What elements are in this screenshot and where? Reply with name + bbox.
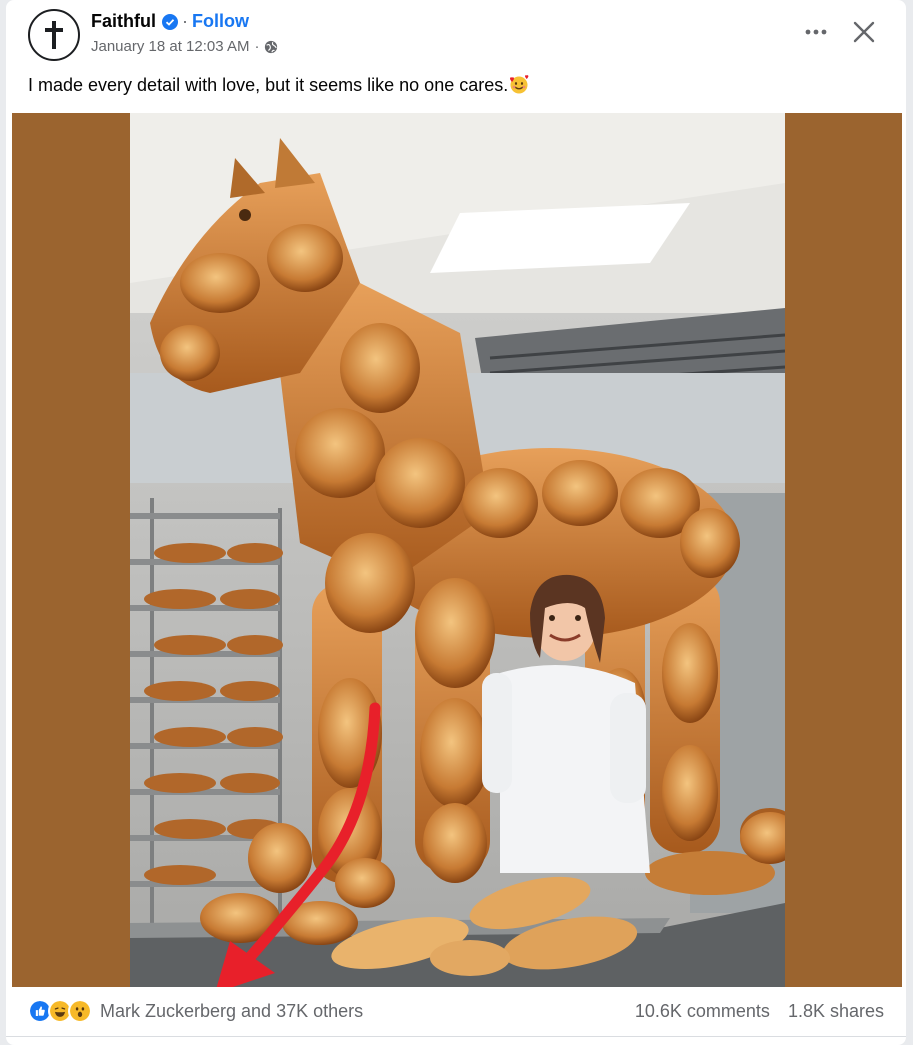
post-media[interactable] [12,113,902,987]
post-card: Faithful · Follow January 18 at 12:03 AM… [6,0,906,1045]
verified-badge-icon [162,13,178,30]
author-line: Faithful · Follow [91,11,249,32]
smiling-face-with-hearts-icon [510,75,529,94]
post-meta: January 18 at 12:03 AM · [91,38,278,55]
avatar[interactable] [28,9,80,61]
globe-icon[interactable] [264,40,278,54]
close-icon [853,21,875,43]
wow-icon [68,999,92,1023]
reaction-text[interactable]: Mark Zuckerberg and 37K others [100,1001,363,1022]
meta-separator: · [254,38,260,55]
cross-icon [45,21,63,49]
comments-count[interactable]: 10.6K comments [635,1001,770,1022]
engagement-counts: 10.6K comments 1.8K shares [635,1001,884,1022]
post-timestamp[interactable]: January 18 at 12:03 AM [91,38,249,55]
author-name[interactable]: Faithful [91,11,156,32]
post-footer: Mark Zuckerberg and 37K others 10.6K com… [6,987,906,1037]
shares-count[interactable]: 1.8K shares [788,1001,884,1022]
post-caption: I made every detail with love, but it se… [28,74,530,96]
post-header: Faithful · Follow January 18 at 12:03 AM… [6,0,906,66]
post-photo [130,113,785,987]
reactions-summary[interactable]: Mark Zuckerberg and 37K others [28,999,363,1023]
more-options-button[interactable] [802,18,830,46]
separator-dot: · [182,11,188,31]
follow-button[interactable]: Follow [192,11,249,32]
more-options-icon [805,29,827,35]
close-button[interactable] [848,16,880,48]
caption-text: I made every detail with love, but it se… [28,75,509,95]
